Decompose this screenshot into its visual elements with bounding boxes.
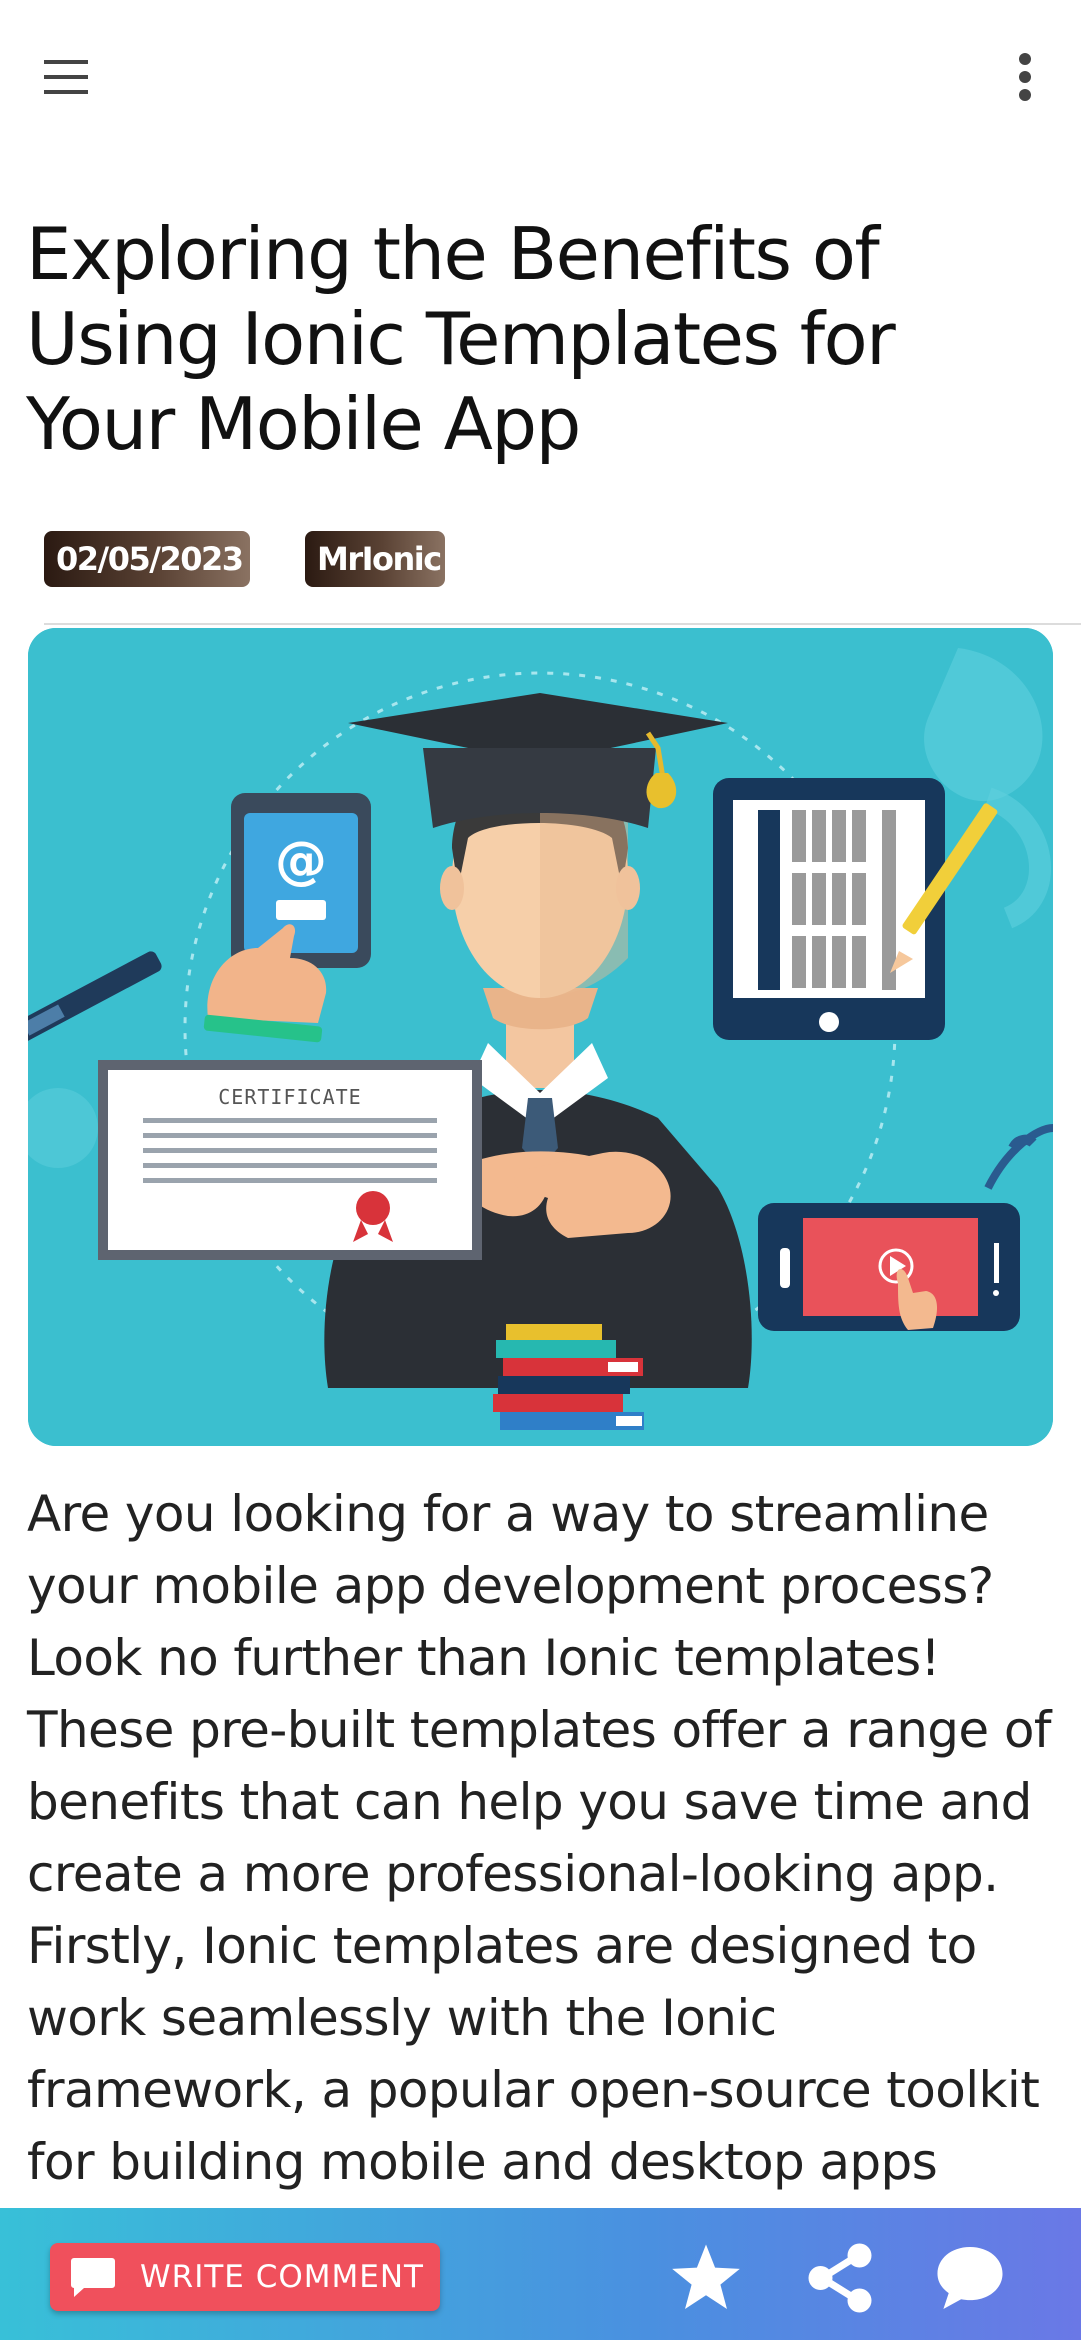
share-button[interactable] — [800, 2238, 880, 2318]
certificate-illustration: CERTIFICATE — [98, 1060, 482, 1260]
chat-button[interactable] — [930, 2238, 1010, 2318]
author-badge[interactable]: MrIonic — [305, 531, 445, 587]
svg-text:@: @ — [275, 831, 327, 891]
menu-button[interactable] — [36, 52, 96, 102]
article-page: Exploring the Benefits of Using Ionic Te… — [0, 0, 1081, 2340]
bottom-action-bar: WRITE COMMENT — [0, 2208, 1081, 2340]
article-hero-image: @ CERTIFICATE — [28, 628, 1053, 1446]
menu-icon — [44, 60, 88, 94]
favorite-button[interactable] — [666, 2238, 746, 2318]
share-icon — [808, 2243, 872, 2313]
more-options-button[interactable] — [995, 45, 1055, 109]
write-comment-button[interactable]: WRITE COMMENT — [50, 2243, 440, 2311]
more-vertical-icon — [1019, 53, 1031, 101]
article-title: Exploring the Benefits of Using Ionic Te… — [26, 212, 896, 466]
video-phone-illustration — [758, 1203, 1020, 1331]
article-body: Are you looking for a way to streamline … — [27, 1485, 1051, 2263]
tablet-illustration — [713, 778, 945, 1040]
svg-text:CERTIFICATE: CERTIFICATE — [218, 1085, 361, 1109]
divider — [44, 623, 1081, 625]
comment-icon — [70, 2251, 122, 2303]
chat-icon — [937, 2246, 1003, 2310]
star-icon — [672, 2244, 740, 2309]
write-comment-label: WRITE COMMENT — [140, 2259, 424, 2295]
toolbar — [0, 0, 1081, 150]
date-badge: 02/05/2023 — [44, 531, 250, 587]
